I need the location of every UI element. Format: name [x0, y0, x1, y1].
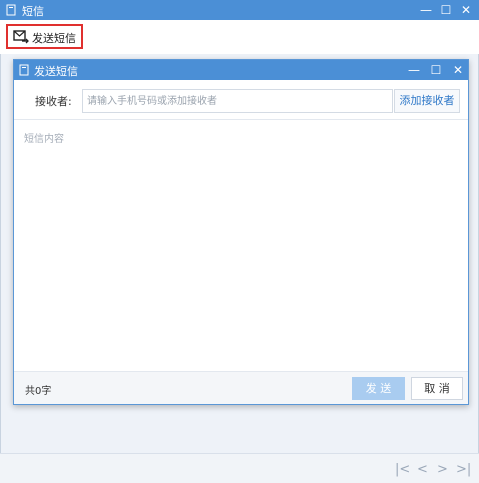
cancel-button[interactable]: 取 消 [411, 377, 463, 400]
sms-send-icon [13, 30, 29, 47]
recipient-label: 接收者: [35, 95, 72, 108]
pagination-bar: |< < > >| [0, 453, 479, 483]
window-title: 短信 [22, 5, 44, 18]
dialog-maximize-button[interactable]: ☐ [427, 61, 445, 79]
prev-page-icon[interactable]: < [417, 462, 428, 477]
send-sms-label: 发送短信 [32, 32, 76, 45]
send-sms-dialog: 发送短信 — ☐ ✕ 接收者: 添加接收者 共0字 发 送 取 消 [13, 59, 469, 405]
last-page-icon[interactable]: >| [456, 462, 471, 477]
minimize-button[interactable]: — [417, 1, 435, 19]
recipient-row: 接收者: 添加接收者 [14, 80, 468, 120]
sms-content-textarea[interactable] [21, 126, 461, 372]
dialog-window-icon [19, 64, 30, 79]
toolbar: 发送短信 [0, 20, 479, 54]
first-page-icon[interactable]: |< [395, 462, 410, 477]
app-window-icon [6, 4, 17, 19]
char-count: 共0字 [25, 386, 52, 397]
window-titlebar: 短信 — ☐ ✕ [0, 0, 479, 20]
dialog-close-button[interactable]: ✕ [449, 61, 467, 79]
dialog-titlebar: 发送短信 — ☐ ✕ [14, 60, 468, 80]
send-sms-toolbar-button[interactable]: 发送短信 [6, 24, 83, 49]
add-recipient-button[interactable]: 添加接收者 [394, 89, 460, 113]
dialog-title: 发送短信 [34, 65, 78, 78]
maximize-button[interactable]: ☐ [437, 1, 455, 19]
close-button[interactable]: ✕ [457, 1, 475, 19]
next-page-icon[interactable]: > [437, 462, 448, 477]
send-button[interactable]: 发 送 [352, 377, 405, 400]
dialog-footer: 共0字 发 送 取 消 [14, 371, 468, 404]
recipient-input[interactable] [82, 89, 393, 113]
dialog-minimize-button[interactable]: — [405, 61, 423, 79]
